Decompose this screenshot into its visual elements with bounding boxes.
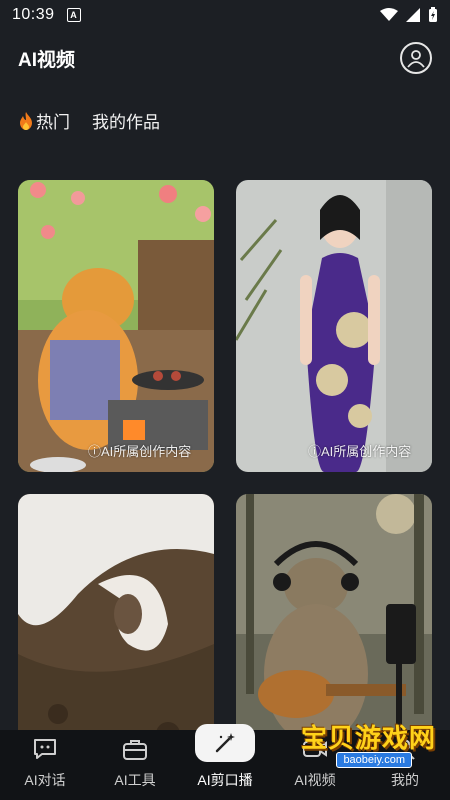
signal-icon — [406, 8, 420, 22]
video-card-cat-cooking[interactable]: ⓘAI所属创作内容 — [18, 180, 214, 472]
profile-button[interactable] — [400, 42, 432, 74]
chat-icon — [34, 739, 56, 759]
qipao-woman-image — [236, 180, 432, 472]
tab-bar: 热门 我的作品 — [18, 108, 160, 133]
tab-my-works[interactable]: 我的作品 — [92, 108, 160, 133]
nav-ai-chat-label: AI对话 — [24, 772, 66, 788]
battery-icon — [429, 7, 437, 22]
nav-ai-talk-edit[interactable]: AI剪口播 — [183, 724, 267, 790]
tab-hot-label: 热门 — [36, 113, 70, 132]
watermark-text: 宝贝游戏网 — [300, 723, 436, 753]
ai-content-badge: ⓘAI所属创作内容 — [308, 444, 412, 459]
header: AI视频 — [0, 38, 450, 78]
tab-my-works-label: 我的作品 — [92, 113, 160, 132]
video-card-qipao-woman[interactable]: ⓘAI所属创作内容 — [236, 180, 432, 472]
wifi-icon — [380, 8, 398, 21]
status-time: 10:39 — [12, 6, 55, 23]
magic-wand-icon — [215, 733, 235, 753]
watermark-url: baobeiy.com — [336, 752, 412, 768]
tab-hot[interactable]: 热门 — [18, 108, 70, 133]
toolbox-icon — [123, 740, 147, 760]
video-grid: ⓘAI所属创作内容 ⓘAI所属创作内容 — [18, 180, 432, 786]
page-title: AI视频 — [18, 49, 76, 71]
nav-ai-tools-label: AI工具 — [114, 772, 156, 788]
flame-icon — [20, 111, 32, 130]
ai-content-badge: ⓘAI所属创作内容 — [88, 444, 192, 459]
cat-cooking-image — [18, 180, 214, 472]
watermark: 宝贝游戏网 baobeiy.com — [276, 718, 446, 778]
status-bar: 10:39 A — [0, 0, 450, 30]
nav-ai-talk-edit-label: AI剪口播 — [197, 772, 253, 788]
nav-ai-chat[interactable]: AI对话 — [3, 736, 87, 790]
nav-ai-tools[interactable]: AI工具 — [93, 736, 177, 790]
notification-icon: A — [66, 8, 81, 22]
user-icon — [407, 50, 425, 68]
